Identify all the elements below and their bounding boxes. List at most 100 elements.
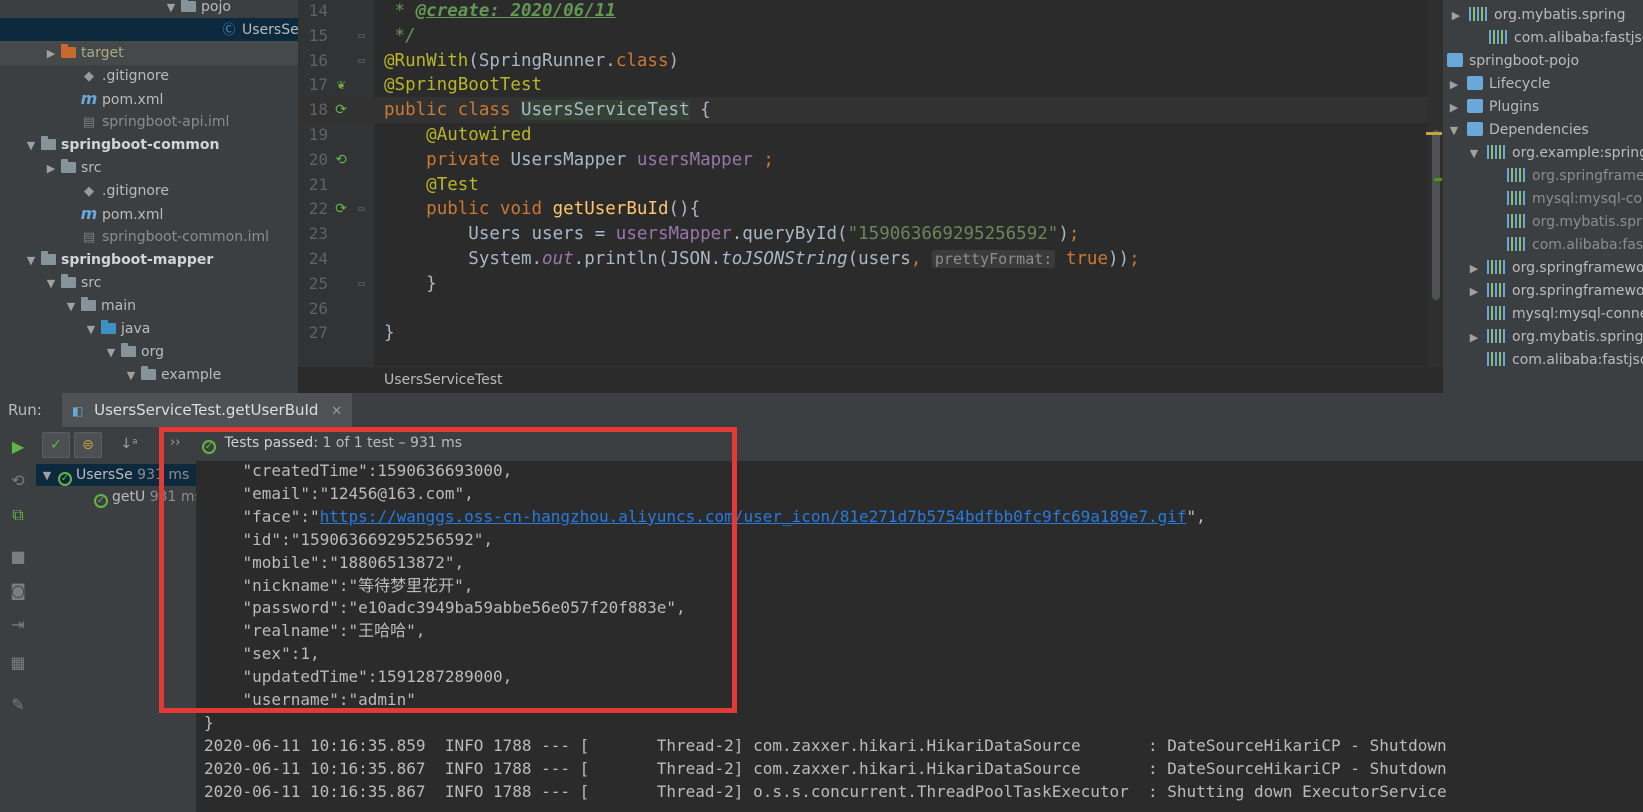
project-tree-item[interactable]: ▼ springboot-mapper [0, 248, 298, 272]
chevron-down-icon[interactable]: ▼ [44, 272, 58, 296]
breadcrumb[interactable]: UsersServiceTest [384, 372, 503, 388]
maven-tree-item[interactable]: ▶ org.mybatis.spring [1449, 4, 1626, 27]
maven-tree-item[interactable]: com.alibaba:fastjson [1467, 349, 1643, 372]
chevron-right-icon[interactable]: ▶ [1447, 96, 1461, 119]
project-tree-item[interactable]: ▤ springboot-api.iml [0, 110, 298, 134]
maven-tree-item[interactable]: mysql:mysql-connector [1487, 188, 1643, 211]
project-tree-item[interactable]: ◆ .gitignore [0, 64, 298, 88]
bean-icon[interactable]: ⟲ [332, 147, 350, 173]
project-tree-item[interactable]: ▼ example [0, 363, 298, 387]
chevron-right-icon[interactable]: ▶ [1467, 280, 1481, 303]
code-line[interactable]: 24 System.out.println(JSON.toJSONString(… [298, 246, 1428, 272]
fold-marker-icon[interactable]: ▭ [358, 271, 368, 297]
maven-tree-item[interactable]: ▶ Lifecycle [1447, 73, 1550, 96]
chevron-right-icon[interactable]: ▶ [1447, 73, 1461, 96]
maven-tree-item[interactable]: org.mybatis.spring [1487, 211, 1643, 234]
project-tree-item[interactable]: ▤ springboot-common.iml [0, 225, 298, 249]
project-tree-item[interactable]: ▶ target [0, 41, 298, 65]
code-line[interactable]: 25 ▭ } [298, 271, 1428, 297]
chevron-right-icon[interactable]: ▶ [44, 42, 58, 66]
maven-tree-item[interactable]: com.alibaba:fastjson [1469, 27, 1643, 50]
code-line[interactable]: 14 * @create: 2020/06/11 [298, 0, 1428, 24]
project-tree-label: pom.xml [102, 207, 164, 223]
rerun-icon[interactable]: ▶ [8, 437, 28, 456]
project-tree[interactable]: ▼pojoⒸUsersServ▶target◆.gitignorempom.xm… [0, 0, 298, 393]
close-tab-icon[interactable]: ✕ [331, 404, 342, 419]
project-tree-item[interactable]: ▼ main [0, 294, 298, 318]
code-line[interactable]: 23 Users users = usersMapper.queryById("… [298, 221, 1428, 247]
toggle-auto-test-icon[interactable]: ⧉ [8, 505, 28, 525]
code-text: @Autowired [426, 125, 532, 145]
maven-tree-item[interactable]: ▼springboot-pojo [1443, 50, 1579, 73]
chevron-down-icon[interactable]: ▼ [1447, 119, 1461, 142]
show-passed-icon[interactable]: ✓ [42, 432, 70, 458]
project-tree-item[interactable]: m pom.xml [0, 87, 298, 111]
change-marker[interactable] [1434, 178, 1442, 181]
maven-tree-item[interactable]: com.alibaba:fastjson [1487, 234, 1643, 257]
maven-tree-item[interactable]: ▼ Dependencies [1447, 119, 1589, 142]
chevron-down-icon[interactable]: ▼ [24, 134, 38, 158]
project-tree-item[interactable]: ◆ .gitignore [0, 179, 298, 203]
project-tree-item[interactable]: m pom.xml [0, 202, 298, 226]
fold-marker-icon[interactable]: ▭ [358, 48, 368, 74]
run-config-tab[interactable]: ◧ UsersServiceTest.getUserBuId ✕ [62, 393, 353, 427]
chevron-right-icon[interactable]: ▶ [44, 157, 58, 181]
code-line[interactable]: 19 @Autowired [298, 122, 1428, 148]
module-icon [41, 251, 56, 265]
spring-leaf-icon[interactable]: ❦ [332, 72, 350, 98]
package-icon [141, 366, 156, 380]
chevron-down-icon[interactable]: ▼ [40, 465, 54, 487]
chevron-down-icon[interactable]: ▼ [124, 364, 138, 388]
warning-marker[interactable] [1426, 132, 1442, 135]
project-tree-item[interactable]: ▼ src [0, 271, 298, 295]
code-line[interactable]: 22 ⟳ ▭ public void getUserBuId(){ [298, 196, 1428, 222]
run-test-icon[interactable]: ⟳ [332, 97, 350, 123]
sort-icon[interactable]: ↓ᵃ [116, 432, 142, 456]
code-line[interactable]: 27} [298, 320, 1428, 346]
layout-icon[interactable]: ▦ [8, 653, 28, 672]
stop-icon[interactable]: ■ [8, 547, 28, 566]
chevron-right-icon[interactable]: ▶ [1467, 257, 1481, 280]
project-tree-item[interactable]: ▼ springboot-common [0, 133, 298, 157]
maven-tree-item[interactable]: org.springframework [1487, 165, 1643, 188]
line-number: 19 [308, 125, 328, 144]
fold-marker-icon[interactable]: ▭ [358, 23, 368, 49]
chevron-right-icon[interactable]: ▶ [1449, 4, 1463, 27]
editor-scrollbar[interactable] [1429, 0, 1443, 366]
chevron-down-icon[interactable]: ▼ [1467, 142, 1481, 165]
chevron-down-icon[interactable]: ▼ [64, 295, 78, 319]
pin-icon[interactable]: ✎ [8, 695, 28, 714]
code-editor[interactable]: 14 * @create: 2020/06/11 15 ▭ */16 ▭ @RunWit… [298, 0, 1443, 393]
code-line[interactable]: 15 ▭ */ [298, 23, 1428, 49]
project-tree-item[interactable]: ▼ java [0, 317, 298, 341]
project-tree-item[interactable]: ▼ org [0, 340, 298, 364]
code-line[interactable]: 20 ⟲ private UsersMapper usersMapper ; [298, 147, 1428, 173]
project-tree-item[interactable]: ▼ pojo [0, 0, 298, 19]
maven-tree-item[interactable]: ▼ org.example:springboot-common [1467, 142, 1643, 165]
rerun-failed-icon[interactable]: ⟲ [8, 471, 28, 490]
editor-scroll-thumb[interactable] [1432, 130, 1440, 300]
code-line[interactable]: 16 ▭ @RunWith(SpringRunner.class) [298, 48, 1428, 74]
chevron-down-icon[interactable]: ▼ [24, 249, 38, 273]
code-line[interactable]: 21 @Test [298, 172, 1428, 198]
maven-tree-item[interactable]: mysql:mysql-connector [1467, 303, 1643, 326]
code-line[interactable]: 26 [298, 296, 1428, 322]
import-tests-icon[interactable]: ⇥ [8, 615, 28, 634]
fold-marker-icon[interactable]: ▭ [358, 196, 368, 222]
maven-tool-window[interactable]: ▶ org.mybatis.spring com.alibaba:fastjson ▼… [1443, 0, 1643, 393]
maven-tree-item[interactable]: ▶ Plugins [1447, 96, 1539, 119]
show-ignored-icon[interactable]: ⊜ [74, 432, 102, 458]
camera-icon[interactable]: ◙ [8, 581, 28, 600]
maven-tree-item[interactable]: ▶ org.mybatis.spring [1467, 326, 1643, 349]
project-tree-item[interactable]: Ⓒ UsersServ [0, 18, 298, 42]
chevron-down-icon[interactable]: ▼ [104, 341, 118, 365]
chevron-down-icon[interactable]: ▼ [164, 0, 178, 20]
maven-tree-item[interactable]: ▶ org.springframework [1467, 280, 1643, 303]
chevron-right-icon[interactable]: ▶ [1467, 326, 1481, 349]
maven-tree-item[interactable]: ▶ org.springframework [1467, 257, 1643, 280]
code-line[interactable]: 18 ⟳ public class UsersServiceTest { [298, 97, 1428, 124]
project-tree-item[interactable]: ▶ src [0, 156, 298, 180]
code-line[interactable]: 17 ❦ @SpringBootTest [298, 72, 1428, 98]
run-test-icon[interactable]: ⟳ [332, 196, 350, 222]
chevron-down-icon[interactable]: ▼ [84, 318, 98, 342]
